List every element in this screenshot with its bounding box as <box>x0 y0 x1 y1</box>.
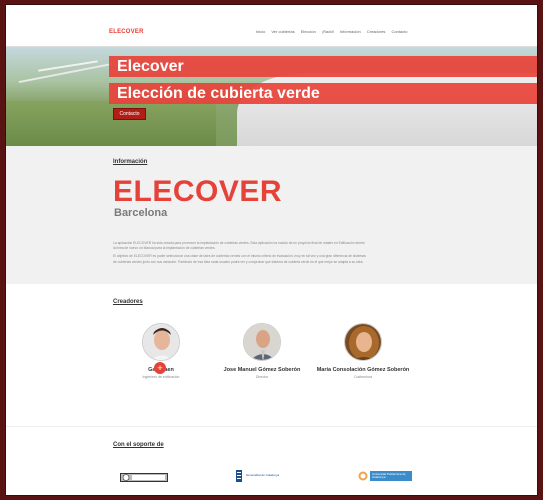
nav-item-ver-cubiertas[interactable]: Ver cubiertas <box>271 29 294 34</box>
nav-item-contacto[interactable]: Contacto <box>391 29 407 34</box>
person-photo <box>244 324 280 360</box>
hero-subtitle: Elección de cubierta verde <box>109 83 537 104</box>
hero-lawn <box>6 101 216 146</box>
nav-menu: Inicio Ver cubiertas Elección ¡Radd! Inf… <box>256 29 407 34</box>
creators-heading: Creadores <box>113 299 143 305</box>
info-subtitle: Barcelona <box>114 207 168 219</box>
nav-item-creadores[interactable]: Creadores <box>367 29 386 34</box>
top-nav: ELECOVER Inicio Ver cubiertas Elección ¡… <box>6 5 537 47</box>
creator-name: María Consolación Gómez Soberón <box>316 367 410 373</box>
plus-icon[interactable]: + <box>154 362 166 374</box>
support-heading: Con el soporte de <box>113 442 164 448</box>
person-photo <box>345 324 381 360</box>
browser-page: ELECOVER Inicio Ver cubiertas Elección ¡… <box>5 4 538 496</box>
license-logo[interactable] <box>120 473 168 482</box>
creator-card: María Consolación Gómez Soberón Codirect… <box>303 323 423 379</box>
brand-logo[interactable]: ELECOVER <box>109 29 144 35</box>
hero-railing <box>38 60 98 72</box>
cc-license-icon <box>120 473 168 482</box>
hero-title: Elecover <box>109 56 537 77</box>
nav-item-informacion[interactable]: Información <box>340 29 361 34</box>
generalitat-logo[interactable]: Generalitat de Catalunya <box>234 469 286 483</box>
info-heading: Información <box>113 159 148 165</box>
avatar <box>344 323 382 361</box>
generalitat-text: Generalitat de Catalunya <box>246 473 280 478</box>
nav-item-inicio[interactable]: Inicio <box>256 29 265 34</box>
person-photo <box>143 324 179 360</box>
creator-role: Codirectora <box>353 375 373 379</box>
upc-logo[interactable]: Universitat Politècnica de Catalunya <box>358 469 412 483</box>
avatar <box>142 323 180 361</box>
avatar <box>243 323 281 361</box>
info-paragraph: de cubiertas verdes junto con sus variac… <box>113 260 364 264</box>
contact-button[interactable]: Contacto <box>113 108 146 120</box>
upc-icon <box>358 471 368 481</box>
upc-text: Universitat Politècnica de Catalunya <box>370 470 412 482</box>
nav-item-eleccion[interactable]: Elección <box>301 29 316 34</box>
info-paragraph: la línea de nuevo un Manual para la impl… <box>113 246 216 250</box>
generalitat-icon <box>236 470 242 482</box>
nav-item-radd[interactable]: ¡Radd! <box>322 29 334 34</box>
info-paragraph: La aplicación ELECOVER ha sido creada pa… <box>113 241 365 245</box>
info-paragraph: El objetivo de ELECOVER es poder selecci… <box>113 254 366 258</box>
support-section <box>6 426 537 495</box>
info-title: ELECOVER <box>113 175 283 208</box>
